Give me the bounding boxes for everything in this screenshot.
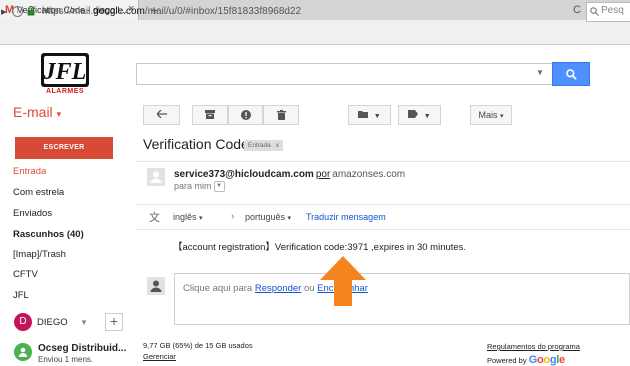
move-to-button[interactable]: ▼ — [348, 105, 391, 125]
new-chat-button[interactable]: + — [105, 313, 123, 331]
mail-app-switcher[interactable]: E-mail ▾ — [13, 104, 61, 120]
svg-text:JFL: JFL — [43, 59, 87, 85]
label-icon — [408, 110, 419, 118]
source-language-select[interactable]: inglês ▾ — [173, 212, 203, 222]
sidebar-item-drafts[interactable]: Rascunhos (40) — [13, 229, 84, 240]
reply-link[interactable]: Responder — [255, 283, 301, 294]
lock-icon — [27, 6, 35, 16]
trash-icon — [276, 110, 286, 120]
jfl-logo: JFL — [41, 53, 89, 87]
search-icon — [566, 69, 577, 80]
inbox-label-chip[interactable]: Entrada x — [244, 140, 284, 151]
reply-avatar — [147, 277, 165, 295]
chevron-down-icon: ▾ — [56, 109, 62, 119]
magnifier-icon — [590, 7, 599, 16]
browser-search-box[interactable]: Pesq — [586, 2, 630, 22]
message-subject: Verification Code — [143, 136, 249, 152]
browser-search-placeholder: Pesq — [601, 5, 624, 16]
show-details-icon[interactable]: ▼ — [213, 181, 225, 193]
arrow-left-icon — [155, 109, 167, 119]
sender-email[interactable]: service373@hicloudcam.com — [174, 169, 314, 180]
translate-icon: 文 — [149, 212, 160, 224]
hangouts-avatar[interactable]: D — [14, 313, 32, 331]
archive-button[interactable] — [192, 105, 228, 125]
user-icon — [18, 347, 28, 357]
delete-button[interactable] — [263, 105, 299, 125]
contact-status: Enviou 1 mens. — [38, 355, 94, 364]
storage-usage: 9,77 GB (65%) de 15 GB usados — [143, 341, 253, 350]
message-body: 【account registration】Verification code:… — [173, 242, 467, 253]
chevron-down-icon: ▾ — [500, 113, 504, 120]
powered-by: Powered by Google — [487, 354, 565, 366]
translate-message-link[interactable]: Traduzir mensagem — [306, 212, 386, 222]
sidebar-item-jfl[interactable]: JFL — [13, 290, 29, 301]
manage-storage-link[interactable]: Gerenciar — [143, 352, 176, 361]
sender-line: service373@hicloudcam.com por amazonses.co… — [174, 169, 405, 180]
contact-name[interactable]: Ocseg Distribuid... — [38, 343, 126, 354]
chevron-down-icon: ▼ — [423, 113, 431, 120]
target-language-select[interactable]: português ▾ — [245, 212, 291, 222]
divider — [135, 161, 630, 162]
google-logo: Google — [528, 354, 565, 366]
address-bar[interactable] — [0, 20, 630, 45]
info-icon[interactable]: i — [12, 6, 23, 17]
sender-domain: amazonses.com — [332, 169, 406, 180]
back-icon[interactable]: ▸ — [1, 5, 7, 18]
reply-box[interactable] — [174, 273, 630, 325]
hangouts-user-name[interactable]: DIEGO — [37, 317, 68, 328]
more-button[interactable]: Mais ▾ — [470, 105, 512, 125]
compose-button[interactable]: ESCREVER — [15, 137, 113, 159]
report-spam-button[interactable] — [228, 105, 263, 125]
contact-avatar[interactable] — [14, 343, 32, 361]
sidebar-item-imap-trash[interactable]: [Imap]/Trash — [13, 249, 66, 260]
sidebar-item-sent[interactable]: Enviados — [13, 208, 52, 219]
arrow-right-icon: › — [231, 211, 235, 222]
archive-icon — [205, 110, 215, 119]
url-text[interactable]: https://mail.google.com/mail/u/0/#inbox/… — [42, 6, 301, 17]
program-policies-link[interactable]: Regulamentos do programa — [487, 342, 580, 351]
sidebar-item-cftv[interactable]: CFTV — [13, 269, 38, 280]
label-chip-text: Entrada — [248, 142, 271, 149]
search-button[interactable] — [552, 62, 590, 86]
chevron-down-icon[interactable]: ▼ — [80, 318, 88, 327]
to-me-label: para mim — [174, 181, 212, 191]
mail-search-input[interactable] — [136, 63, 553, 85]
folder-icon — [358, 111, 369, 118]
search-options-icon[interactable]: ▼ — [536, 68, 544, 77]
more-label: Mais — [478, 110, 498, 120]
labels-button[interactable]: ▼ — [398, 105, 441, 125]
logo-caption: ALARMES — [45, 88, 85, 95]
alert-icon — [240, 110, 251, 120]
annotation-arrow-icon — [320, 256, 366, 306]
sidebar-item-starred[interactable]: Com estrela — [13, 187, 64, 198]
chevron-down-icon: ▼ — [373, 113, 381, 120]
remove-label-icon[interactable]: x — [276, 142, 279, 149]
recipient-line: para mim ▼ — [174, 181, 225, 193]
sidebar-item-inbox[interactable]: Entrada — [13, 166, 46, 177]
via-link[interactable]: por — [316, 169, 330, 180]
sender-avatar — [147, 168, 165, 186]
reload-icon[interactable]: C — [573, 4, 581, 16]
back-to-inbox-button[interactable] — [143, 105, 180, 125]
